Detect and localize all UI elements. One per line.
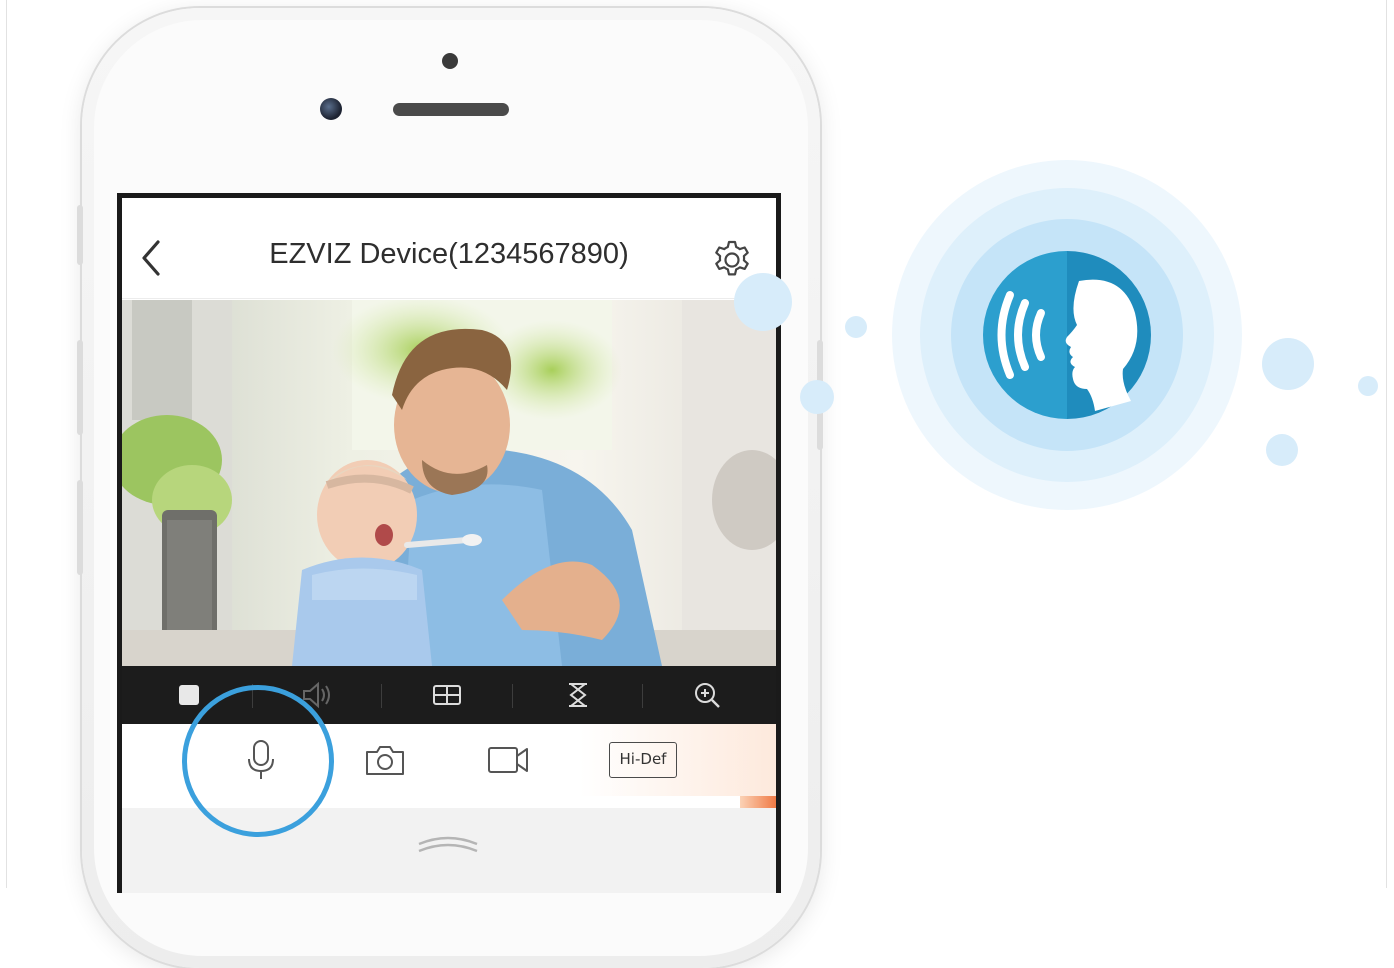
accent-strip bbox=[740, 796, 776, 808]
talk-button-highlight bbox=[182, 685, 334, 837]
zoom-in-icon bbox=[695, 683, 720, 708]
voice-talk-badge bbox=[983, 251, 1151, 419]
stop-button[interactable] bbox=[171, 677, 207, 713]
live-video-feed[interactable] bbox=[122, 300, 776, 666]
zoom-button[interactable] bbox=[689, 677, 725, 713]
proximity-sensor bbox=[442, 53, 458, 69]
decor-bubble bbox=[1358, 376, 1378, 396]
video-frame-image bbox=[122, 300, 776, 666]
earpiece-speaker bbox=[393, 103, 509, 116]
decor-bubble bbox=[845, 316, 867, 338]
decor-bubble bbox=[800, 380, 834, 414]
toolbar-separator bbox=[512, 684, 513, 708]
decor-bubble bbox=[1262, 338, 1314, 390]
ptz-icon bbox=[569, 683, 587, 707]
gear-icon bbox=[715, 240, 749, 276]
record-button[interactable] bbox=[486, 742, 532, 778]
snapshot-button[interactable] bbox=[363, 740, 407, 780]
video-camera-icon bbox=[488, 747, 528, 773]
settings-button[interactable] bbox=[710, 238, 754, 282]
chevron-up-double-icon bbox=[418, 836, 478, 853]
toolbar-separator bbox=[381, 684, 382, 708]
phone-side-button bbox=[77, 205, 83, 265]
expand-handle[interactable] bbox=[415, 830, 481, 854]
phone-volume-up bbox=[77, 340, 83, 435]
video-quality-button[interactable]: Hi-Def bbox=[609, 742, 677, 778]
frame-border-right bbox=[1386, 0, 1387, 888]
multi-screen-button[interactable] bbox=[429, 677, 465, 713]
multi-screen-icon bbox=[433, 685, 461, 705]
ptz-button[interactable] bbox=[560, 677, 596, 713]
two-way-talk-icon bbox=[983, 251, 1151, 419]
front-camera bbox=[320, 98, 342, 120]
decor-bubble bbox=[734, 273, 792, 331]
device-title: EZVIZ Device(1234567890) bbox=[269, 238, 629, 270]
app-header: EZVIZ Device(1234567890) bbox=[122, 198, 776, 299]
phone-volume-down bbox=[77, 480, 83, 575]
decor-bubble bbox=[1266, 434, 1298, 466]
frame-border-left bbox=[6, 0, 7, 888]
camera-icon bbox=[366, 746, 404, 775]
stop-icon bbox=[179, 685, 199, 705]
toolbar-separator bbox=[642, 684, 643, 708]
